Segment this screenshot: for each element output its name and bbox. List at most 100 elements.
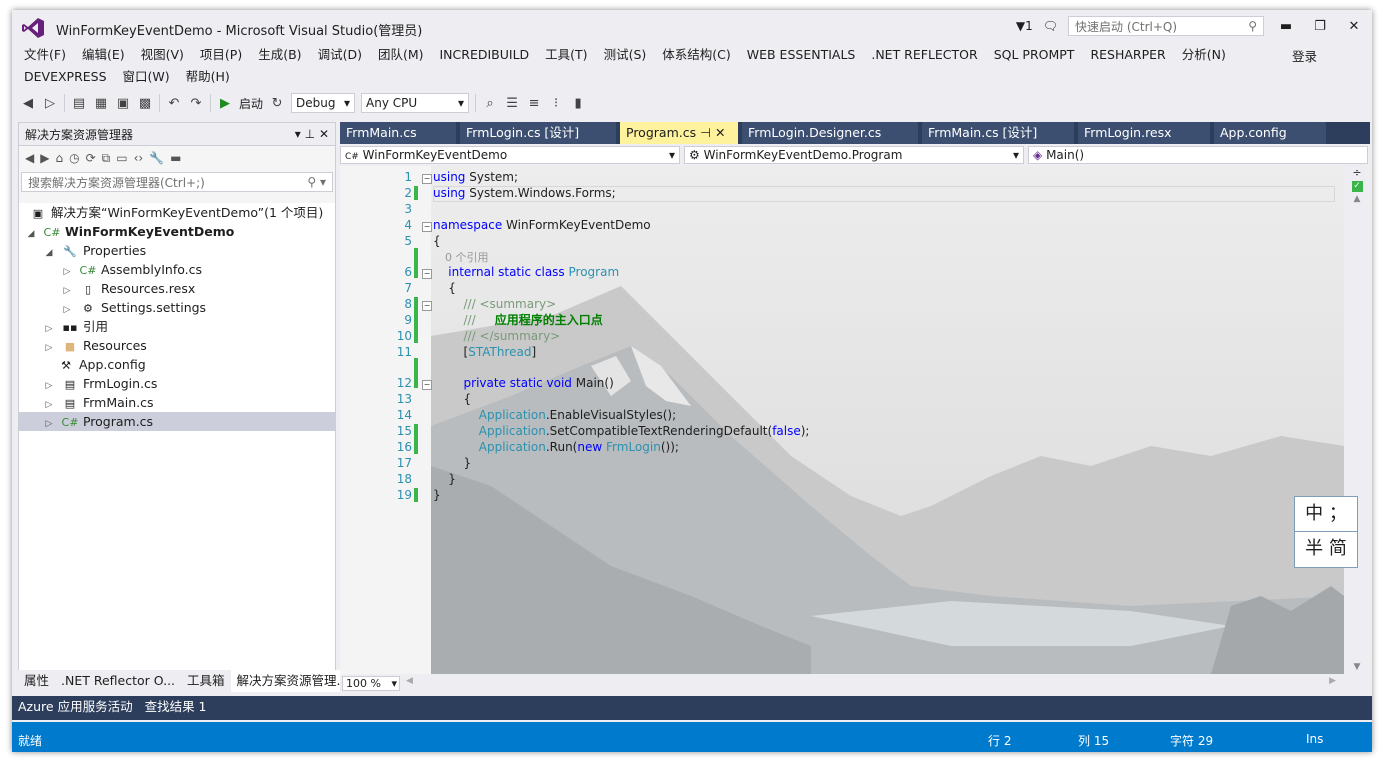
- menu-resharper[interactable]: RESHARPER: [1082, 44, 1173, 66]
- home-icon[interactable]: ⌂: [55, 151, 63, 165]
- ime-status-widget[interactable]: 中 ； 半 简: [1294, 496, 1358, 568]
- minimize-button[interactable]: ▬: [1274, 19, 1298, 34]
- notifications-flag[interactable]: ▼1: [1016, 19, 1033, 33]
- vertical-scrollbar[interactable]: ÷ ✓ ▲ ▼: [1344, 166, 1370, 674]
- menu-help[interactable]: 帮助(H): [178, 66, 238, 88]
- fold-toggle-icon[interactable]: −: [422, 174, 432, 184]
- indent-icon[interactable]: ☰: [504, 96, 520, 111]
- bookmark-icon[interactable]: ▮: [570, 96, 586, 111]
- code-editor[interactable]: 1 2 3 4 5 6 7 8 9 10 11 12 13 14 15 16 1…: [340, 166, 1344, 674]
- dropdown-icon[interactable]: ▾: [295, 127, 301, 141]
- tab-frmlogin-designer-cs[interactable]: FrmLogin.Designer.cs: [742, 122, 918, 144]
- outdent-icon[interactable]: ≡: [526, 96, 542, 111]
- redo-icon[interactable]: ↷: [188, 96, 204, 111]
- tree-item-settings[interactable]: ▷ ⚙ Settings.settings: [19, 298, 335, 317]
- tab-find-results[interactable]: 查找结果 1: [139, 696, 213, 720]
- menu-debug[interactable]: 调试(D): [310, 44, 370, 66]
- tree-item-frmlogin[interactable]: ▷ ▤ FrmLogin.cs: [19, 374, 335, 393]
- login-link[interactable]: 登录: [1292, 46, 1317, 65]
- tree-item-frmmain[interactable]: ▷ ▤ FrmMain.cs: [19, 393, 335, 412]
- close-icon[interactable]: ✕: [319, 127, 329, 141]
- tree-item-appconfig[interactable]: ⚒ App.config: [19, 355, 335, 374]
- back-icon[interactable]: ◀: [20, 96, 36, 111]
- back-icon[interactable]: ◀: [25, 151, 34, 165]
- fold-toggle-icon[interactable]: −: [422, 269, 432, 279]
- menu-view[interactable]: 视图(V): [133, 44, 192, 66]
- tab-toolbox[interactable]: 工具箱: [181, 670, 231, 692]
- member-nav-select[interactable]: ◈ Main(): [1028, 146, 1368, 164]
- tree-item-assemblyinfo[interactable]: ▷ C# AssemblyInfo.cs: [19, 260, 335, 279]
- collapse-all-icon[interactable]: ⧉: [102, 151, 111, 166]
- forward-icon[interactable]: ▶: [40, 151, 49, 165]
- menu-window[interactable]: 窗口(W): [115, 66, 178, 88]
- fold-toggle-icon[interactable]: −: [422, 222, 432, 232]
- tab-frmmain-design[interactable]: FrmMain.cs [设计]: [922, 122, 1074, 144]
- menu-web-essentials[interactable]: WEB ESSENTIALS: [739, 44, 864, 66]
- configuration-select[interactable]: Debug ▾: [291, 93, 356, 113]
- menu-test[interactable]: 测试(S): [596, 44, 655, 66]
- tree-item-resources[interactable]: ▷ ■ Resources: [19, 336, 335, 355]
- start-icon[interactable]: ▶: [217, 96, 233, 111]
- tab-app-config[interactable]: App.config: [1214, 122, 1326, 144]
- tab-frmlogin-design[interactable]: FrmLogin.cs [设计]: [460, 122, 616, 144]
- scroll-up-icon[interactable]: ▲: [1344, 194, 1370, 204]
- fold-toggle-icon[interactable]: −: [422, 380, 432, 390]
- comment-icon[interactable]: ⁝: [548, 96, 564, 111]
- ime-width-row[interactable]: 半 简: [1295, 531, 1357, 566]
- close-icon[interactable]: ✕: [715, 125, 725, 140]
- tree-item-references[interactable]: ▷ ▪▪ 引用: [19, 317, 335, 336]
- code-lens-references[interactable]: 0 个引用: [445, 250, 489, 266]
- close-button[interactable]: ✕: [1342, 19, 1366, 34]
- tab-frmmain-cs[interactable]: FrmMain.cs: [340, 122, 456, 144]
- menu-devexpress[interactable]: DEVEXPRESS: [16, 66, 115, 88]
- show-all-files-icon[interactable]: ▭: [116, 151, 127, 165]
- tab-solution-explorer[interactable]: 解决方案资源管理...: [230, 670, 355, 692]
- tab-azure-app-service[interactable]: Azure 应用服务活动: [12, 696, 139, 720]
- tree-item-program[interactable]: ▷ C# Program.cs: [19, 412, 335, 431]
- view-code-icon[interactable]: ‹›: [134, 151, 144, 165]
- tab-properties[interactable]: 属性: [18, 670, 55, 692]
- menu-net-reflector[interactable]: .NET REFLECTOR: [863, 44, 985, 66]
- tab-program-cs[interactable]: Program.cs ⊣ ✕: [620, 122, 738, 144]
- class-nav-select[interactable]: ⚙ WinFormKeyEventDemo.Program ▾: [684, 146, 1024, 164]
- tree-item-resources-resx[interactable]: ▷ ▯ Resources.resx: [19, 279, 335, 298]
- menu-edit[interactable]: 编辑(E): [74, 44, 133, 66]
- save-all-icon[interactable]: ▩: [137, 96, 153, 111]
- tree-item-project[interactable]: ◢ C# WinFormKeyEventDemo: [19, 222, 335, 241]
- zoom-select[interactable]: 100 % ▾: [342, 676, 400, 691]
- tree-item-properties[interactable]: ◢ 🔧 Properties: [19, 241, 335, 260]
- menu-architecture[interactable]: 体系结构(C): [654, 44, 738, 66]
- pin-icon[interactable]: ⊣: [700, 125, 715, 140]
- properties-wrench-icon[interactable]: 🔧: [149, 151, 164, 165]
- tree-item-solution[interactable]: ▣ 解决方案“WinFormKeyEventDemo”(1 个项目): [19, 203, 335, 222]
- sync-icon[interactable]: ⟳: [86, 151, 96, 165]
- menu-sql-prompt[interactable]: SQL PROMPT: [986, 44, 1083, 66]
- fold-toggle-icon[interactable]: −: [422, 301, 432, 311]
- menu-project[interactable]: 项目(P): [192, 44, 250, 66]
- ime-mode-row[interactable]: 中 ；: [1295, 497, 1357, 531]
- pin-icon[interactable]: ⊥: [305, 127, 315, 141]
- scroll-thumb[interactable]: [1351, 214, 1363, 294]
- solution-search-input[interactable]: 搜索解决方案资源管理器(Ctrl+;) ⚲ ▾: [21, 172, 333, 192]
- scroll-right-icon[interactable]: ▶: [1329, 676, 1336, 686]
- find-in-files-icon[interactable]: ⌕: [482, 96, 498, 111]
- project-nav-select[interactable]: C# WinFormKeyEventDemo ▾: [340, 146, 680, 164]
- forward-icon[interactable]: ▷: [42, 96, 58, 111]
- collapsed-triangle-icon[interactable]: ▷: [41, 415, 57, 434]
- tab-frmlogin-resx[interactable]: FrmLogin.resx: [1078, 122, 1210, 144]
- save-icon[interactable]: ▣: [115, 96, 131, 111]
- new-project-icon[interactable]: ▤: [71, 96, 87, 111]
- start-button-label[interactable]: 启动: [239, 95, 263, 112]
- menu-incredibuild[interactable]: INCREDIBUILD: [432, 44, 538, 66]
- menu-team[interactable]: 团队(M): [370, 44, 432, 66]
- open-file-icon[interactable]: ▦: [93, 96, 109, 111]
- menu-analyze[interactable]: 分析(N): [1174, 44, 1234, 66]
- menu-file[interactable]: 文件(F): [16, 44, 74, 66]
- quick-launch-input[interactable]: 快速启动 (Ctrl+Q) ⚲: [1068, 16, 1264, 36]
- undo-icon[interactable]: ↶: [166, 96, 182, 111]
- scroll-down-icon[interactable]: ▼: [1344, 662, 1370, 672]
- menu-build[interactable]: 生成(B): [250, 44, 309, 66]
- preview-icon[interactable]: ▬: [170, 151, 181, 165]
- restore-button[interactable]: ❐: [1308, 19, 1332, 34]
- platform-select[interactable]: Any CPU ▾: [361, 93, 470, 113]
